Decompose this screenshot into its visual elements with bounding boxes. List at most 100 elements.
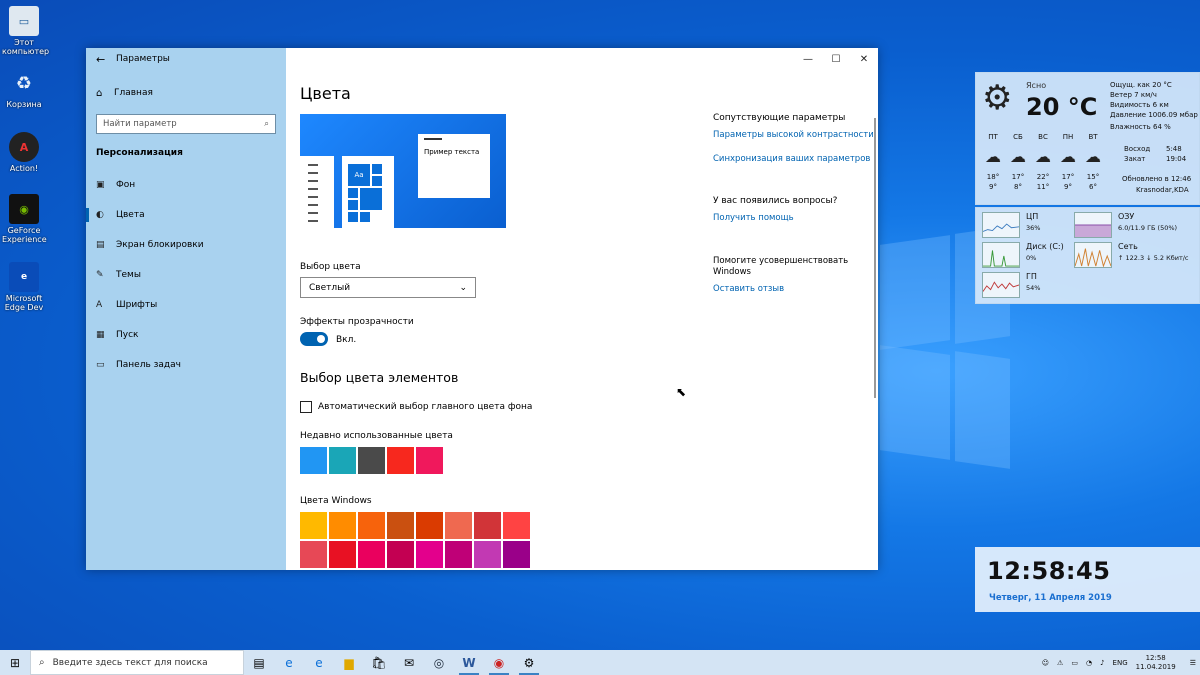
nav-home[interactable]: ⌂ Главная <box>86 80 286 106</box>
nav-item-colors[interactable]: ◐ Цвета <box>86 200 286 230</box>
computer-icon: ▭ <box>9 6 39 36</box>
forecast-day: ВС <box>1038 133 1048 141</box>
volume-icon[interactable]: ♪ <box>1100 659 1104 667</box>
minimize-button[interactable]: — <box>794 48 822 70</box>
search-placeholder: Найти параметр <box>103 119 177 129</box>
wallpaper-beam <box>880 235 950 350</box>
desktop-icon-geforce[interactable]: ◉ GeForce Experience <box>2 194 47 244</box>
desktop-icon-recycle-bin[interactable]: ♻ Корзина <box>2 68 46 110</box>
home-icon: ⌂ <box>96 87 103 99</box>
edge-dev-icon[interactable]: e <box>304 650 334 675</box>
preview-sample-window: Пример текста <box>418 134 490 198</box>
geforce-icon: ◉ <box>9 194 39 224</box>
windows-color-swatch[interactable] <box>300 541 327 568</box>
forecast-low: 11° <box>1036 183 1050 191</box>
network-icon[interactable]: ◔ <box>1086 659 1092 667</box>
nav-home-label: Главная <box>114 88 153 98</box>
weather-detail: Видимость 6 км <box>1110 101 1169 109</box>
auto-accent-checkbox[interactable] <box>300 401 312 413</box>
windows-color-swatch[interactable] <box>503 541 530 568</box>
forecast-day: СБ <box>1013 133 1023 141</box>
windows-color-swatch[interactable] <box>416 512 443 539</box>
windows-color-swatch[interactable] <box>416 541 443 568</box>
ram-value: 6.0/11.9 ГБ (50%) <box>1118 224 1178 232</box>
title-bar: ← Параметры <box>86 48 286 70</box>
edge-icon[interactable]: e <box>274 650 304 675</box>
language-indicator[interactable]: ENG <box>1113 659 1128 667</box>
nav-item-start[interactable]: ▦ Пуск <box>86 320 286 350</box>
nav-item-label: Панель задач <box>116 360 181 370</box>
windows-color-swatch[interactable] <box>445 512 472 539</box>
settings-search-input[interactable]: Найти параметр ⌕ <box>96 114 276 134</box>
recent-color-swatch[interactable] <box>387 447 414 474</box>
weather-updated: Обновлено в 12:46 <box>1122 175 1192 183</box>
windows-color-swatch[interactable] <box>358 512 385 539</box>
people-icon[interactable]: ☺ <box>1042 659 1049 667</box>
windows-color-swatch[interactable] <box>300 512 327 539</box>
windows-color-swatch[interactable] <box>387 512 414 539</box>
action-app-icon[interactable]: ◉ <box>484 650 514 675</box>
sync-settings-link[interactable]: Синхронизация ваших параметров <box>713 154 870 164</box>
word-icon[interactable]: W <box>454 650 484 675</box>
page-title: Цвета <box>300 84 351 103</box>
forecast-high: 17° <box>1061 173 1075 181</box>
nav-item-taskbar[interactable]: ▭ Панель задач <box>86 350 286 380</box>
recent-color-swatch[interactable] <box>300 447 327 474</box>
nav-item-fonts[interactable]: A Шрифты <box>86 290 286 320</box>
recent-color-swatch[interactable] <box>329 447 356 474</box>
close-button[interactable]: ✕ <box>850 48 878 70</box>
taskbar-search-input[interactable]: ⌕ Введите здесь текст для поиска <box>30 650 244 675</box>
desktop-icon-edge-dev[interactable]: e Microsoft Edge Dev <box>2 262 46 312</box>
maximize-button[interactable]: ☐ <box>822 48 850 70</box>
sunrise-time: 5:48 <box>1166 145 1182 153</box>
recent-colors-label: Недавно использованные цвета <box>300 431 453 441</box>
gpu-title: ГП <box>1026 272 1037 281</box>
windows-color-swatch[interactable] <box>329 512 356 539</box>
battery-icon[interactable]: ▭ <box>1071 659 1078 667</box>
file-explorer-icon[interactable]: ▆ <box>334 650 364 675</box>
forecast-high: 17° <box>1011 173 1025 181</box>
window-title: Параметры <box>116 54 170 64</box>
system-monitor-widget: ЦП 36% ОЗУ 6.0/11.9 ГБ (50%) Диск (C:) 0… <box>975 207 1200 304</box>
transparency-label: Эффекты прозрачности <box>300 317 414 327</box>
questions-title: У вас появились вопросы? <box>713 196 838 206</box>
back-arrow-icon[interactable]: ← <box>96 53 116 66</box>
store-icon[interactable]: 🛍 <box>364 650 394 675</box>
nav-item-background[interactable]: ▣ Фон <box>86 170 286 200</box>
high-contrast-link[interactable]: Параметры высокой контрастности <box>713 130 874 140</box>
start-button[interactable]: ⊞ <box>0 650 30 675</box>
nav-item-label: Пуск <box>116 330 139 340</box>
notifications-icon[interactable]: ☰ <box>1190 659 1196 667</box>
windows-color-swatch[interactable] <box>358 541 385 568</box>
settings-gear-icon[interactable]: ⚙ <box>514 650 544 675</box>
desktop-icon-this-pc[interactable]: ▭ Этот компьютер <box>2 6 49 56</box>
windows-color-swatch[interactable] <box>503 512 530 539</box>
steam-icon[interactable]: ◎ <box>424 650 454 675</box>
windows-color-swatch[interactable] <box>329 541 356 568</box>
mail-icon[interactable]: ✉ <box>394 650 424 675</box>
rain-cloud-icon: ☁ <box>1060 147 1076 166</box>
taskbar: ⊞ ⌕ Введите здесь текст для поиска ▤ e e… <box>0 650 1200 675</box>
recent-color-swatch[interactable] <box>358 447 385 474</box>
nav-item-lock-screen[interactable]: ▤ Экран блокировки <box>86 230 286 260</box>
network-value: ↑ 122.3 ↓ 5.2 Кбит/с <box>1118 254 1189 262</box>
recent-color-swatch[interactable] <box>416 447 443 474</box>
recycle-bin-icon: ♻ <box>15 72 33 94</box>
task-view-icon[interactable]: ▤ <box>244 650 274 675</box>
sunset-time: 19:04 <box>1166 155 1187 163</box>
settings-window: ← Параметры ⌂ Главная Найти параметр ⌕ П… <box>86 48 878 570</box>
transparency-toggle[interactable] <box>300 332 328 346</box>
get-help-link[interactable]: Получить помощь <box>713 213 794 223</box>
feedback-link[interactable]: Оставить отзыв <box>713 284 784 294</box>
warning-icon[interactable]: ⚠ <box>1057 659 1063 667</box>
tray-clock[interactable]: 12:58 11.04.2019 <box>1136 654 1176 672</box>
windows-color-swatch[interactable] <box>474 512 501 539</box>
nav-item-themes[interactable]: ✎ Темы <box>86 260 286 290</box>
color-choice-dropdown[interactable]: Светлый ⌄ <box>300 277 476 298</box>
windows-color-swatch[interactable] <box>474 541 501 568</box>
scrollbar[interactable] <box>874 118 876 398</box>
windows-color-swatch[interactable] <box>387 541 414 568</box>
desktop-icon-action[interactable]: A Action! <box>2 132 46 173</box>
windows-color-swatch[interactable] <box>445 541 472 568</box>
forecast-low: 9° <box>1064 183 1072 191</box>
